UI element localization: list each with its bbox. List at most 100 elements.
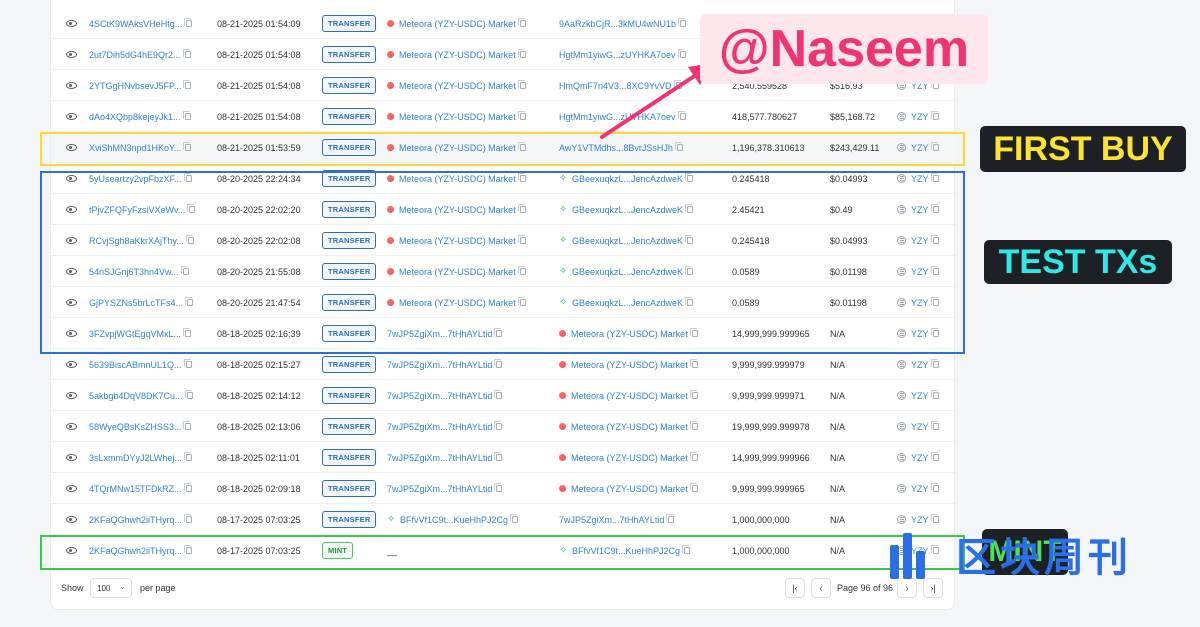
copy-icon[interactable] xyxy=(517,49,526,58)
copy-icon[interactable] xyxy=(494,452,503,461)
eye-icon[interactable] xyxy=(65,82,77,89)
copy-icon[interactable] xyxy=(182,49,191,58)
copy-icon[interactable] xyxy=(685,204,694,213)
copy-icon[interactable] xyxy=(517,173,526,182)
to-account-link[interactable]: Meteora (YZY-USDC) Market xyxy=(571,391,688,401)
copy-icon[interactable] xyxy=(930,173,939,182)
copy-icon[interactable] xyxy=(510,514,519,523)
copy-icon[interactable] xyxy=(930,514,939,523)
copy-icon[interactable] xyxy=(678,18,687,27)
copy-icon[interactable] xyxy=(517,297,526,306)
from-account-link[interactable]: 7wJP5ZgiXm...7tHhAYLtid xyxy=(387,484,492,494)
copy-icon[interactable] xyxy=(689,390,698,399)
signature-link[interactable]: dAo4XQbp8kejeyJk1... xyxy=(89,112,181,122)
eye-icon[interactable] xyxy=(65,330,77,337)
copy-icon[interactable] xyxy=(517,204,526,213)
copy-icon[interactable] xyxy=(184,514,193,523)
copy-icon[interactable] xyxy=(180,266,189,275)
copy-icon[interactable] xyxy=(184,18,193,27)
signature-link[interactable]: GjPYSZNs5brLcTFs4... xyxy=(89,298,183,308)
token-link[interactable]: YZY xyxy=(911,267,929,277)
eye-icon[interactable] xyxy=(65,206,77,213)
from-account-link[interactable]: 7wJP5ZgiXm...7tHhAYLtid xyxy=(387,391,492,401)
from-account-link[interactable]: Meteora (YZY-USDC) Market xyxy=(399,267,516,277)
copy-icon[interactable] xyxy=(184,390,193,399)
from-account-link[interactable]: Meteora (YZY-USDC) Market xyxy=(399,236,516,246)
per-page-select[interactable]: 100 ⌄ xyxy=(90,578,132,598)
signature-link[interactable]: 2KFaQGhwh2iiTHyrq... xyxy=(89,546,182,556)
copy-icon[interactable] xyxy=(685,266,694,275)
to-account-link[interactable]: Meteora (YZY-USDC) Market xyxy=(571,484,688,494)
copy-icon[interactable] xyxy=(183,80,192,89)
copy-icon[interactable] xyxy=(517,80,526,89)
from-account-link[interactable]: Meteora (YZY-USDC) Market xyxy=(399,205,516,215)
copy-icon[interactable] xyxy=(689,483,698,492)
copy-icon[interactable] xyxy=(185,297,194,306)
signature-link[interactable]: XviShMN3npd1HKoY... xyxy=(89,143,181,153)
copy-icon[interactable] xyxy=(930,390,939,399)
copy-icon[interactable] xyxy=(930,421,939,430)
copy-icon[interactable] xyxy=(184,545,193,554)
from-account-link[interactable]: Meteora (YZY-USDC) Market xyxy=(399,174,516,184)
first-page-button[interactable]: |‹ xyxy=(785,578,805,598)
signature-link[interactable]: 2ut7Dih5dG4hE9Qr2... xyxy=(89,50,181,60)
signature-link[interactable]: 5639BiscABmnUL1Q... xyxy=(89,360,182,370)
from-account-link[interactable]: Meteora (YZY-USDC) Market xyxy=(399,81,516,91)
copy-icon[interactable] xyxy=(682,545,691,554)
from-account-link[interactable]: Meteora (YZY-USDC) Market xyxy=(399,19,516,29)
token-link[interactable]: YZY xyxy=(911,329,929,339)
token-link[interactable]: YZY xyxy=(911,143,929,153)
token-link[interactable]: YZY xyxy=(911,174,929,184)
to-account-link[interactable]: Meteora (YZY-USDC) Market xyxy=(571,360,688,370)
signature-link[interactable]: RCvjSgh8aKkrXAjThy... xyxy=(89,236,184,246)
copy-icon[interactable] xyxy=(674,142,683,151)
to-account-link[interactable]: GBeexuqkzL...JencAzdweK xyxy=(572,267,683,277)
from-account-link[interactable]: 7wJP5ZgiXm...7tHhAYLtid xyxy=(387,329,492,339)
eye-icon[interactable] xyxy=(65,268,77,275)
from-account-link[interactable]: Meteora (YZY-USDC) Market xyxy=(399,112,516,122)
to-account-link[interactable]: 9AaRzkbCjR...3kMU4wNU1b xyxy=(559,19,676,29)
copy-icon[interactable] xyxy=(517,266,526,275)
eye-icon[interactable] xyxy=(65,485,77,492)
copy-icon[interactable] xyxy=(930,297,939,306)
next-page-button[interactable]: › xyxy=(897,578,917,598)
token-link[interactable]: YZY xyxy=(911,112,929,122)
copy-icon[interactable] xyxy=(494,359,503,368)
copy-icon[interactable] xyxy=(930,266,939,275)
eye-icon[interactable] xyxy=(65,516,77,523)
signature-link[interactable]: 5akbgb4DqV8DK7Cu... xyxy=(89,391,183,401)
to-account-link[interactable]: GBeexuqkzL...JencAzdweK xyxy=(572,205,683,215)
to-account-link[interactable]: GBeexuqkzL...JencAzdweK xyxy=(572,298,683,308)
token-link[interactable]: YZY xyxy=(911,236,929,246)
signature-link[interactable]: 3FZvpjWGtEgqVMxL... xyxy=(89,329,181,339)
eye-icon[interactable] xyxy=(65,51,77,58)
copy-icon[interactable] xyxy=(666,514,675,523)
to-account-link[interactable]: BFfvVf1C9t...KueHhPJ2Cg xyxy=(572,546,680,556)
last-page-button[interactable]: ›| xyxy=(923,578,943,598)
copy-icon[interactable] xyxy=(685,235,694,244)
copy-icon[interactable] xyxy=(685,297,694,306)
copy-icon[interactable] xyxy=(930,235,939,244)
prev-page-button[interactable]: ‹ xyxy=(811,578,831,598)
copy-icon[interactable] xyxy=(689,452,698,461)
copy-icon[interactable] xyxy=(183,359,192,368)
eye-icon[interactable] xyxy=(65,392,77,399)
copy-icon[interactable] xyxy=(183,142,192,151)
token-link[interactable]: YZY xyxy=(911,484,929,494)
eye-icon[interactable] xyxy=(65,299,77,306)
signature-link[interactable]: 54nSJGnj6T3hn4Vw... xyxy=(89,267,179,277)
to-account-link[interactable]: GBeexuqkzL...JencAzdweK xyxy=(572,174,683,184)
token-link[interactable]: YZY xyxy=(911,515,929,525)
copy-icon[interactable] xyxy=(517,142,526,151)
token-link[interactable]: YZY xyxy=(911,422,929,432)
token-link[interactable]: YZY xyxy=(911,453,929,463)
signature-link[interactable]: 3sLxmmDYyJ2LWhej... xyxy=(89,453,182,463)
copy-icon[interactable] xyxy=(517,235,526,244)
eye-icon[interactable] xyxy=(65,175,77,182)
from-account-link[interactable]: Meteora (YZY-USDC) Market xyxy=(399,298,516,308)
token-link[interactable]: YZY xyxy=(911,391,929,401)
signature-link[interactable]: 4TQrMNw15TFDkRZ... xyxy=(89,484,182,494)
eye-icon[interactable] xyxy=(65,237,77,244)
from-account-link[interactable]: BFfvVf1C9t...KueHhPJ2Cg xyxy=(400,515,508,525)
copy-icon[interactable] xyxy=(183,421,192,430)
